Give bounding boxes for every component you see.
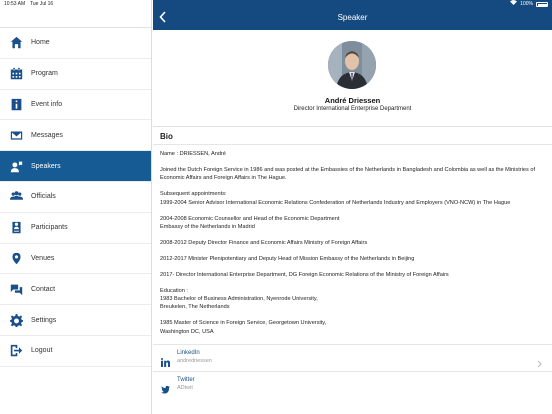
twitter-label: Twitter <box>177 376 195 383</box>
envelope-icon <box>9 128 23 142</box>
speaker-role: Director International Enterprise Depart… <box>293 106 412 112</box>
home-icon <box>9 36 23 50</box>
logout-icon <box>9 344 23 358</box>
bio-paragraph: 2004-2008 Economic Counsellor and Head o… <box>160 215 340 230</box>
officials-icon <box>9 190 23 204</box>
sidebar-item-contact[interactable]: Contact <box>0 274 151 306</box>
sidebar-item-label: Venues <box>31 254 55 262</box>
status-right: 100% <box>510 0 548 9</box>
main-panel: Speaker André Driessen Director Internat… <box>153 0 552 414</box>
participants-icon <box>9 221 23 235</box>
linkedin-icon <box>160 354 170 367</box>
status-time: 10:53 AM <box>4 1 26 7</box>
sidebar-item-venues[interactable]: Venues <box>0 244 151 275</box>
linkedin-label: LinkedIn <box>177 349 200 356</box>
sidebar-item-label: Settings <box>31 316 57 324</box>
sidebar-item-program[interactable]: Program <box>0 59 151 90</box>
twitter-handle: ADtwit <box>177 384 193 391</box>
battery-percent: 100% <box>520 1 533 7</box>
page-title: Speaker <box>337 13 368 22</box>
bio-paragraph: Name : DRIESSEN, André <box>160 151 226 157</box>
wifi-icon <box>510 0 518 9</box>
speaker-icon <box>9 159 23 173</box>
twitter-link[interactable]: Twitter ADtwit <box>153 370 552 398</box>
sidebar-item-label: Event info <box>31 100 63 108</box>
battery-icon <box>536 2 548 7</box>
sidebar-item-label: Messages <box>31 131 63 139</box>
bio-paragraph: 2017- Director International Enterprise … <box>160 271 449 278</box>
sidebar-item-label: Participants <box>31 224 68 232</box>
bio-paragraph: 1985 Master of Science in Foreign Servic… <box>160 320 327 335</box>
sidebar-item-speakers[interactable]: Speakers <box>0 151 151 182</box>
bio-paragraph: Education : 1983 Bachelor of Business Ad… <box>160 287 318 311</box>
status-date: Tue Jul 16 <box>30 1 54 7</box>
sidebar-item-label: Program <box>31 70 58 78</box>
speaker-name: André Driessen <box>324 96 381 105</box>
chevron-right-icon <box>537 355 542 367</box>
info-icon <box>9 97 23 111</box>
bio-paragraph: 2012-2017 Minister Plenipotentiary and D… <box>160 255 415 262</box>
twitter-icon <box>161 381 170 394</box>
speaker-profile: André Driessen Director International En… <box>153 30 552 127</box>
bio-text: Name : DRIESSEN, André Joined the Dutch … <box>153 145 552 336</box>
bio-paragraph: 2008-2012 Deputy Director Finance and Ec… <box>160 239 368 246</box>
sidebar-item-settings[interactable]: Settings <box>0 305 151 336</box>
bio-paragraph: Subsequent appointments: 1999-2004 Senio… <box>160 191 511 206</box>
calendar-icon <box>9 67 23 81</box>
linkedin-handle: andredriessen <box>177 357 212 364</box>
sidebar: Home Program Event info Messages Speaker… <box>0 0 152 414</box>
sidebar-item-home[interactable]: Home <box>0 28 151 59</box>
sidebar-item-label: Home <box>31 39 50 47</box>
map-pin-icon <box>9 251 23 265</box>
status-bar: 10:53 AM Tue Jul 16 100% <box>0 0 552 9</box>
sidebar-item-label: Logout <box>31 347 53 355</box>
avatar <box>328 41 376 89</box>
sidebar-item-event-info[interactable]: Event info <box>0 90 151 121</box>
bio-paragraph: Joined the Dutch Foreign Service in 1986… <box>160 166 535 182</box>
sidebar-item-logout[interactable]: Logout <box>0 336 151 367</box>
gear-icon <box>9 313 23 327</box>
sidebar-item-participants[interactable]: Participants <box>0 213 151 244</box>
sidebar-item-officials[interactable]: Officials <box>0 182 151 213</box>
sidebar-item-label: Speakers <box>31 162 61 170</box>
sidebar-item-label: Contact <box>31 285 56 293</box>
bio-heading: Bio <box>153 129 552 145</box>
sidebar-item-messages[interactable]: Messages <box>0 120 151 152</box>
sidebar-item-label: Officials <box>31 193 56 201</box>
linkedin-link[interactable]: LinkedIn andredriessen <box>153 343 552 371</box>
chat-icon <box>9 282 23 296</box>
